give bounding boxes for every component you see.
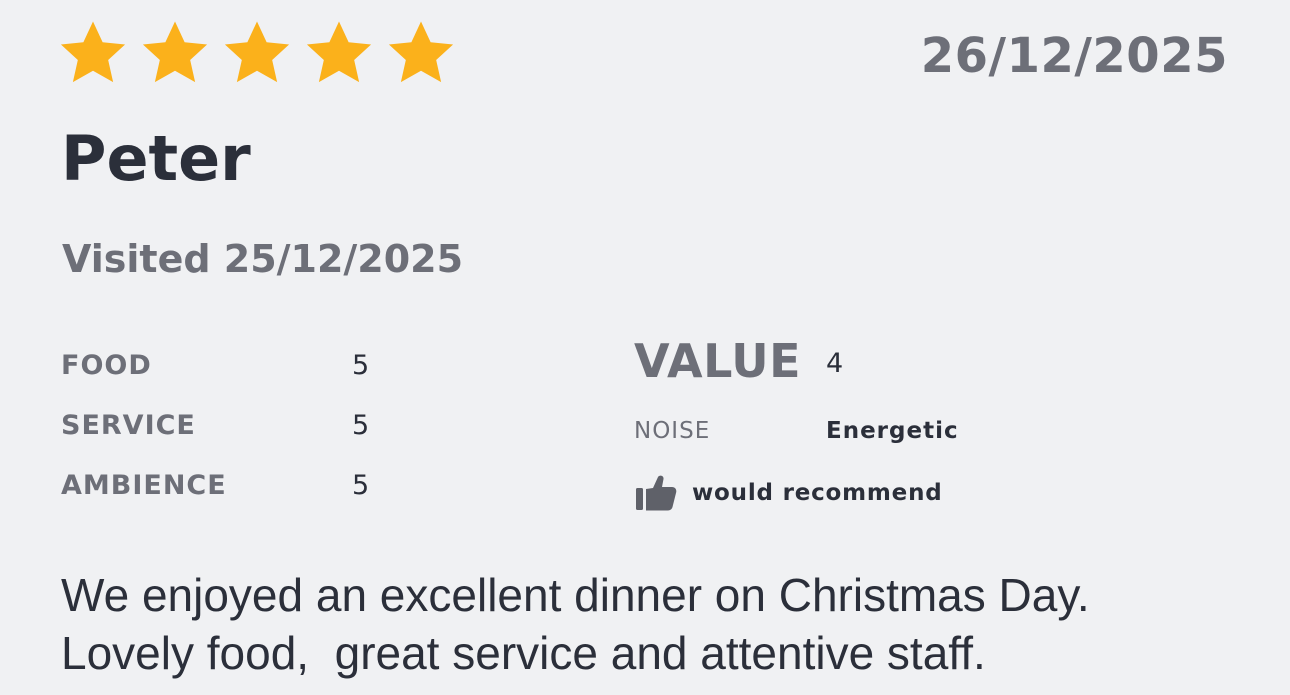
review-date: 26/12/2025 bbox=[920, 28, 1228, 84]
star-icon bbox=[222, 18, 304, 88]
review-text-line: Lovely food, great service and attentive… bbox=[61, 627, 986, 679]
rating-service: SERVICE 5 bbox=[61, 410, 369, 441]
rating-label: FOOD bbox=[61, 350, 152, 381]
recommend-label: would recommend bbox=[692, 480, 943, 506]
star-icon bbox=[386, 18, 468, 88]
rating-label: NOISE bbox=[634, 418, 711, 444]
review-text-line: We enjoyed an excellent dinner on Christ… bbox=[61, 569, 1090, 621]
would-recommend: would recommend bbox=[634, 474, 943, 512]
rating-ambience: AMBIENCE 5 bbox=[61, 470, 369, 501]
star-icon bbox=[140, 18, 222, 88]
star-rating bbox=[58, 18, 468, 88]
rating-label: SERVICE bbox=[61, 410, 196, 441]
thumbs-up-icon bbox=[634, 474, 678, 512]
rating-food: FOOD 5 bbox=[61, 350, 369, 381]
rating-noise: NOISE Energetic bbox=[634, 418, 958, 444]
rating-value: 5 bbox=[352, 470, 370, 501]
star-icon bbox=[58, 18, 140, 88]
star-icon bbox=[304, 18, 386, 88]
rating-value: 4 bbox=[826, 348, 844, 379]
rating-value: 5 bbox=[352, 410, 370, 441]
visited-date: Visited 25/12/2025 bbox=[62, 237, 464, 281]
review-body: We enjoyed an excellent dinner on Christ… bbox=[61, 566, 1241, 682]
rating-value: Energetic bbox=[826, 418, 959, 444]
rating-label: AMBIENCE bbox=[61, 470, 227, 501]
rating-value: 5 bbox=[352, 350, 370, 381]
rating-value-category: VALUE 4 bbox=[634, 334, 843, 388]
rating-label: VALUE bbox=[634, 334, 802, 388]
reviewer-name: Peter bbox=[61, 122, 251, 195]
review-card: 26/12/2025 Peter Visited 25/12/2025 FOOD… bbox=[0, 0, 1290, 695]
